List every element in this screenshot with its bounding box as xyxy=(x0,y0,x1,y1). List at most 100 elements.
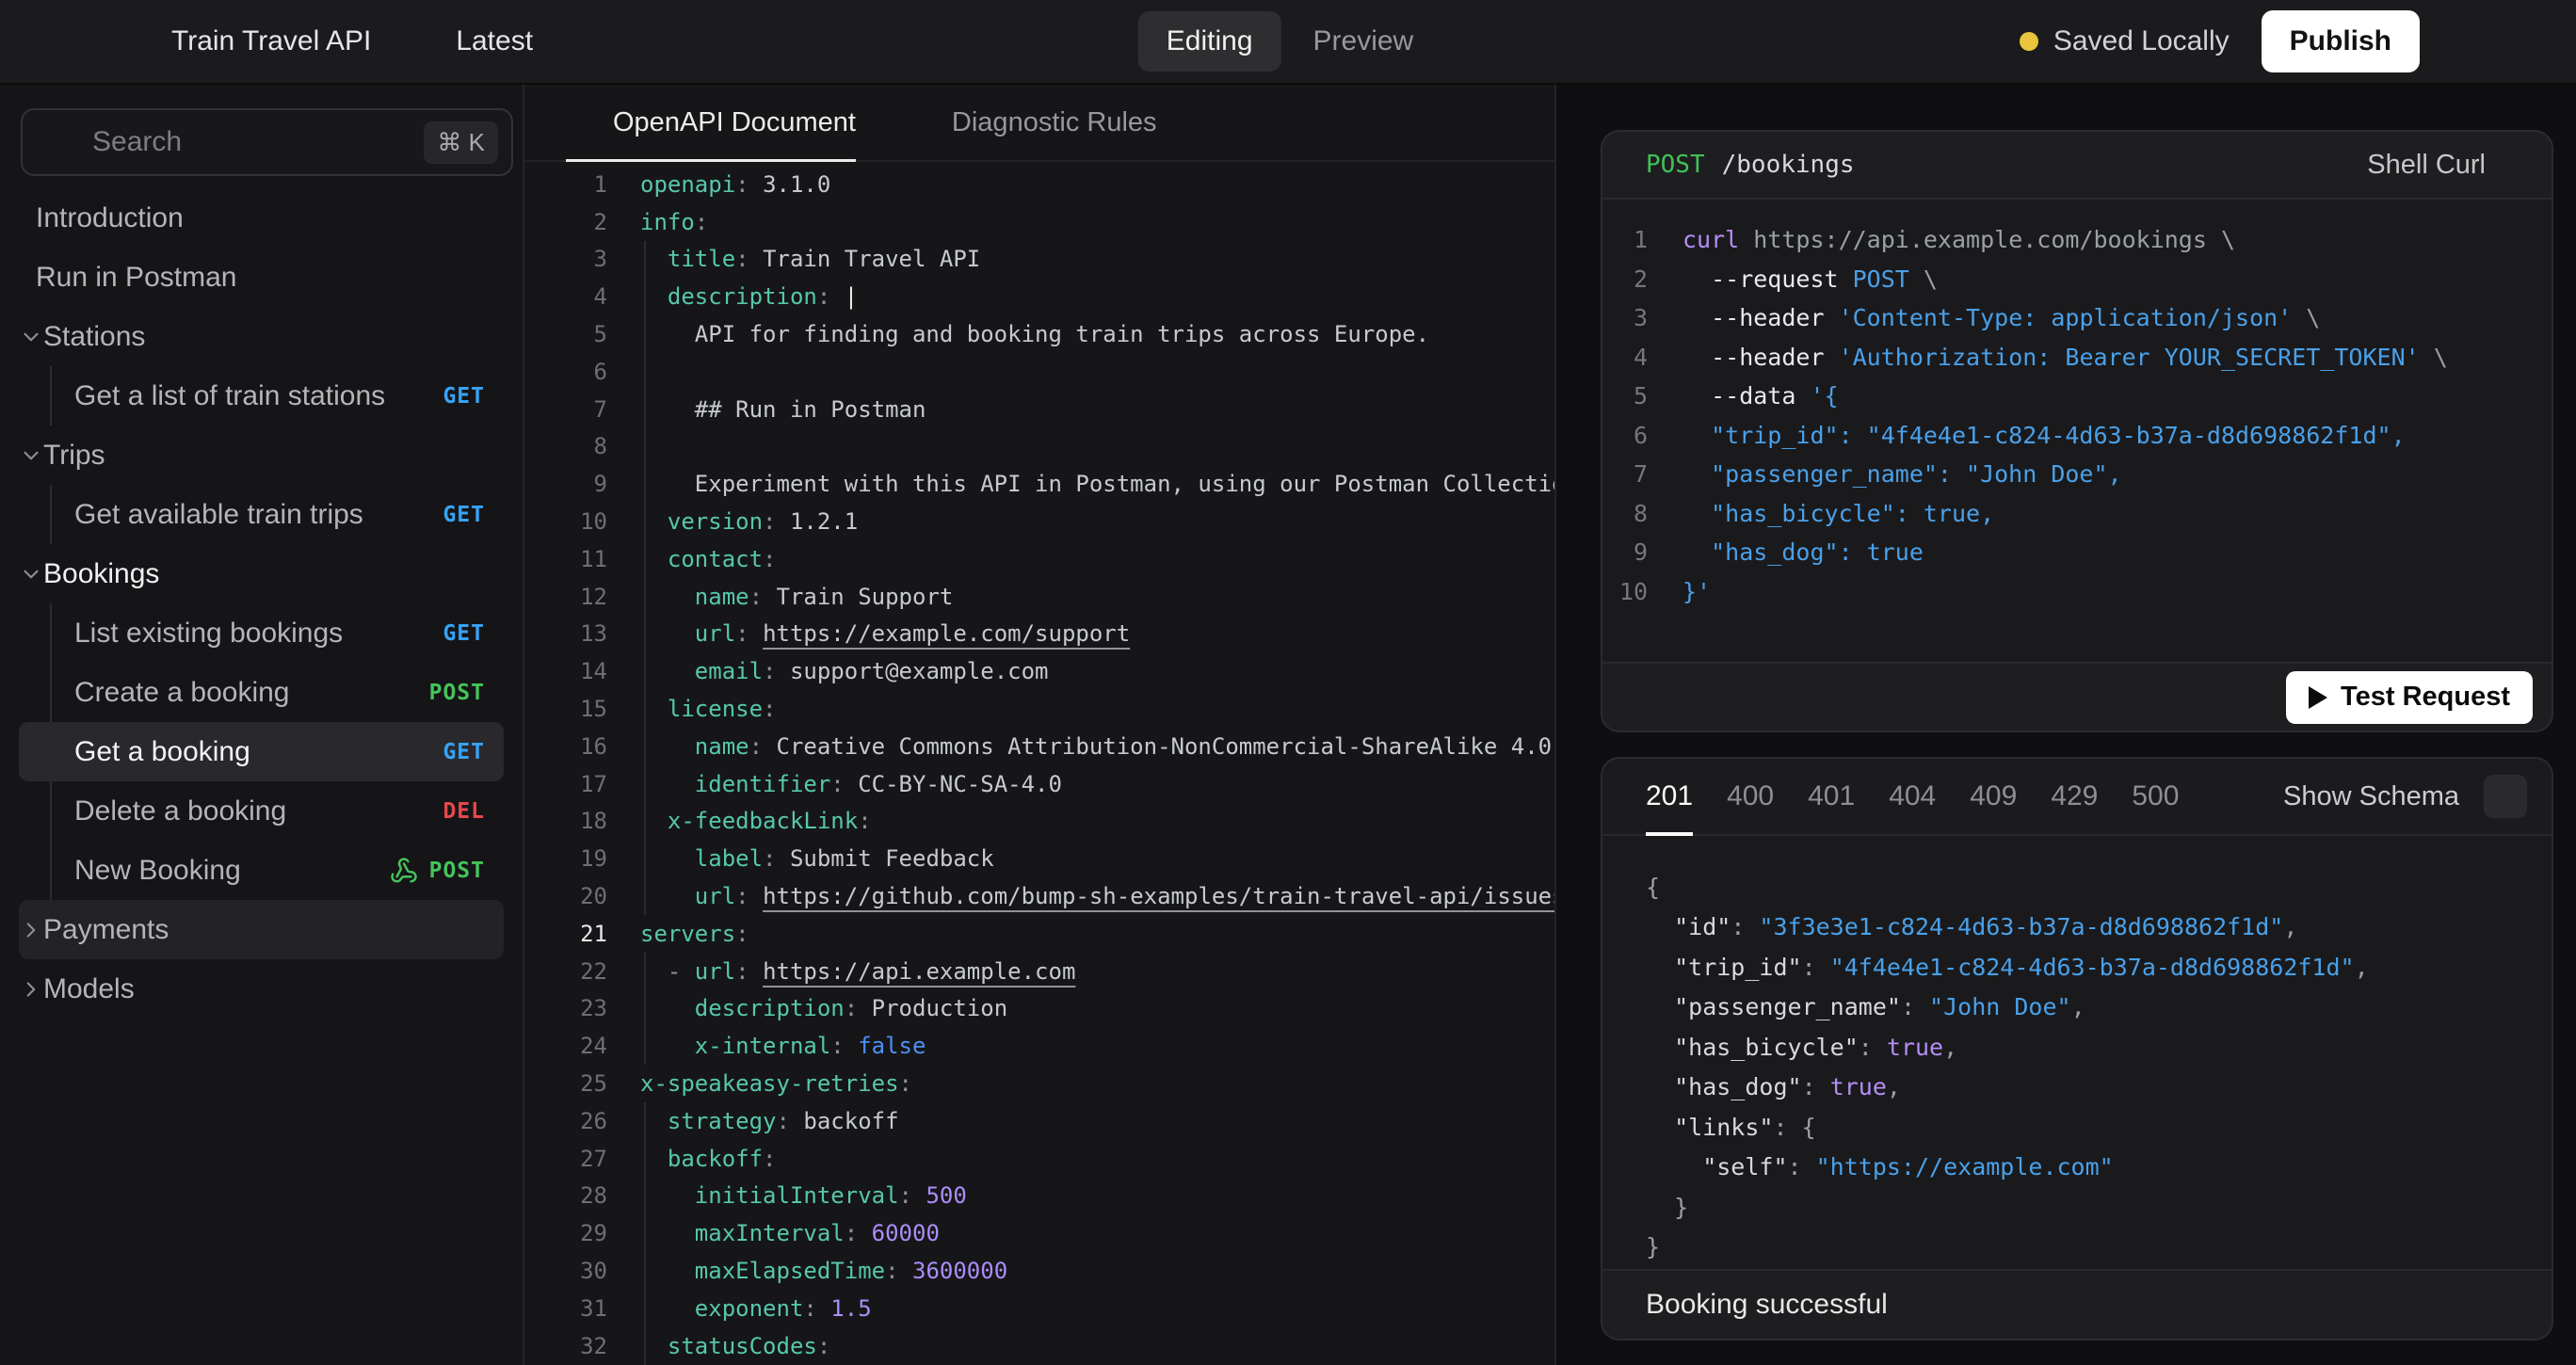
tab-diagnostic-rules[interactable]: Diagnostic Rules xyxy=(905,85,1157,160)
code-text: --header 'Content-Type: application/json… xyxy=(1682,304,2320,331)
line-number: 26 xyxy=(524,1108,607,1134)
request-code-line: 1curl https://api.example.com/bookings \ xyxy=(1602,220,2552,260)
line-number: 13 xyxy=(524,620,607,647)
search-box[interactable]: ⌘ K xyxy=(21,108,513,176)
status-tab-500[interactable]: 500 xyxy=(2132,759,2179,834)
chevron-down-icon xyxy=(19,325,43,349)
code-text: { xyxy=(1646,874,1660,901)
magic-wand-icon[interactable] xyxy=(1483,105,1517,139)
editor-code-line: 26 strategy: backoff xyxy=(524,1102,1554,1140)
line-number: 1 xyxy=(524,171,607,198)
editor-code-line: 7 ## Run in Postman xyxy=(524,391,1554,428)
copy-icon[interactable] xyxy=(2227,780,2259,812)
sidebar-item-delete-a-booking[interactable]: Delete a bookingDEL xyxy=(19,781,504,841)
status-tab-409[interactable]: 409 xyxy=(1970,759,2017,834)
language-label: Shell Curl xyxy=(2367,150,2486,181)
status-tab-400[interactable]: 400 xyxy=(1727,759,1774,834)
sidebar-item-models[interactable]: Models xyxy=(19,959,504,1019)
editor-code-line: 18 x-feedbackLink: xyxy=(524,803,1554,841)
response-code-line: } xyxy=(1646,1187,2552,1228)
code-text: url: https://example.com/support xyxy=(640,620,1130,647)
status-tab-201[interactable]: 201 xyxy=(1646,759,1693,834)
sidebar-item-list-existing-bookings[interactable]: List existing bookingsGET xyxy=(19,603,504,663)
status-tab-429[interactable]: 429 xyxy=(2051,759,2098,834)
method-badge: GET xyxy=(443,503,485,527)
sidebar-item-get-available-train-trips[interactable]: Get available train tripsGET xyxy=(19,485,504,544)
editor-code-line: 27 backoff: xyxy=(524,1140,1554,1178)
project-switcher[interactable]: Train Travel API xyxy=(171,25,414,57)
code-text: ## Run in Postman xyxy=(640,396,926,423)
code-text: openapi: 3.1.0 xyxy=(640,171,830,198)
line-number: 3 xyxy=(524,246,607,272)
test-request-button[interactable]: Test Request xyxy=(2286,671,2533,724)
version-switcher[interactable]: Latest xyxy=(456,25,576,57)
chevron-right-icon xyxy=(19,977,43,1002)
link-icon[interactable] xyxy=(2452,24,2487,59)
code-text: url: https://github.com/bump-sh-examples… xyxy=(640,883,1554,909)
response-code-line: "id": "3f3e3e1-c824-4d63-b37a-d8d698862f… xyxy=(1646,907,2552,948)
sidebar-item-new-booking[interactable]: New BookingPOST xyxy=(19,841,504,900)
language-select[interactable]: Shell Curl xyxy=(2367,150,2523,181)
code-text: } xyxy=(1646,1194,1688,1221)
chevron-right-icon xyxy=(19,918,43,942)
sidebar-item-get-a-booking[interactable]: Get a bookingGET xyxy=(19,722,504,781)
topbar: Train Travel API Latest Editing Preview … xyxy=(0,0,2576,85)
method-badge-group: GET xyxy=(443,503,485,527)
code-text: info: xyxy=(640,209,708,235)
tab-preview[interactable]: Preview xyxy=(1289,11,1439,72)
code-text: Experiment with this API in Postman, usi… xyxy=(640,471,1554,497)
line-number: 4 xyxy=(524,283,607,310)
yaml-code-editor[interactable]: 1openapi: 3.1.02info:3 title: Train Trav… xyxy=(524,162,1554,1365)
tab-openapi-document[interactable]: OpenAPI Document xyxy=(566,85,856,160)
editor-code-line: 19 label: Submit Feedback xyxy=(524,840,1554,877)
sidebar-item-payments[interactable]: Payments xyxy=(19,900,504,959)
line-number: 7 xyxy=(1602,460,1648,488)
publish-button[interactable]: Publish xyxy=(2262,10,2420,72)
status-tab-401[interactable]: 401 xyxy=(1808,759,1855,834)
code-text: x-speakeasy-retries: xyxy=(640,1070,912,1097)
sidebar-item-trips[interactable]: Trips xyxy=(19,426,504,485)
info-circle-icon xyxy=(905,106,937,138)
search-input[interactable] xyxy=(92,126,407,158)
editor-code-line: 12 name: Train Support xyxy=(524,578,1554,616)
sidebar-item-introduction[interactable]: Introduction xyxy=(19,188,504,248)
line-number: 23 xyxy=(524,995,607,1021)
line-number: 10 xyxy=(1602,578,1648,605)
line-number: 8 xyxy=(524,433,607,459)
request-method: POST xyxy=(1646,151,1705,179)
editor-code-line: 20 url: https://github.com/bump-sh-examp… xyxy=(524,877,1554,915)
sidebar-item-stations[interactable]: Stations xyxy=(19,307,504,366)
line-number: 7 xyxy=(524,396,607,423)
show-schema-label: Show Schema xyxy=(2283,781,2459,812)
editor-code-line: 10 version: 1.2.1 xyxy=(524,503,1554,540)
code-text: "self": "https://example.com" xyxy=(1646,1153,2114,1180)
sun-theme-icon[interactable] xyxy=(2520,24,2555,59)
method-badge: DEL xyxy=(443,799,485,824)
code-text: }' xyxy=(1682,578,1711,605)
line-number: 10 xyxy=(524,508,607,535)
sidebar-item-label: Payments xyxy=(43,914,169,946)
line-number: 5 xyxy=(1602,382,1648,410)
request-code-line: 2 --request POST \ xyxy=(1602,260,2552,299)
line-number: 29 xyxy=(524,1220,607,1246)
line-number: 4 xyxy=(1602,344,1648,371)
line-number: 6 xyxy=(524,359,607,385)
editor-code-line: 2info: xyxy=(524,203,1554,241)
sidebar-item-create-a-booking[interactable]: Create a bookingPOST xyxy=(19,663,504,722)
status-tab-404[interactable]: 404 xyxy=(1889,759,1936,834)
show-schema-toggle[interactable] xyxy=(2484,775,2527,818)
line-number: 17 xyxy=(524,771,607,797)
sidebar-item-get-a-list-of-train-stations[interactable]: Get a list of train stationsGET xyxy=(19,366,504,426)
sidebar-item-run-in-postman[interactable]: Run in Postman xyxy=(19,248,504,307)
tab-editing[interactable]: Editing xyxy=(1138,11,1281,72)
brand-menu[interactable] xyxy=(38,16,130,67)
undo-icon[interactable] xyxy=(1404,105,1438,139)
request-card: POST /bookings Shell Curl 1curl https://… xyxy=(1601,130,2553,732)
editor-code-line: 4 description: | xyxy=(524,278,1554,315)
response-footer: Booking successful xyxy=(1602,1269,2552,1339)
editor-code-line: 29 maxInterval: 60000 xyxy=(524,1214,1554,1252)
sidebar-item-bookings[interactable]: Bookings xyxy=(19,544,504,603)
code-text: maxElapsedTime: 3600000 xyxy=(640,1258,1007,1284)
line-number: 2 xyxy=(1602,265,1648,293)
version-name: Latest xyxy=(456,25,533,57)
